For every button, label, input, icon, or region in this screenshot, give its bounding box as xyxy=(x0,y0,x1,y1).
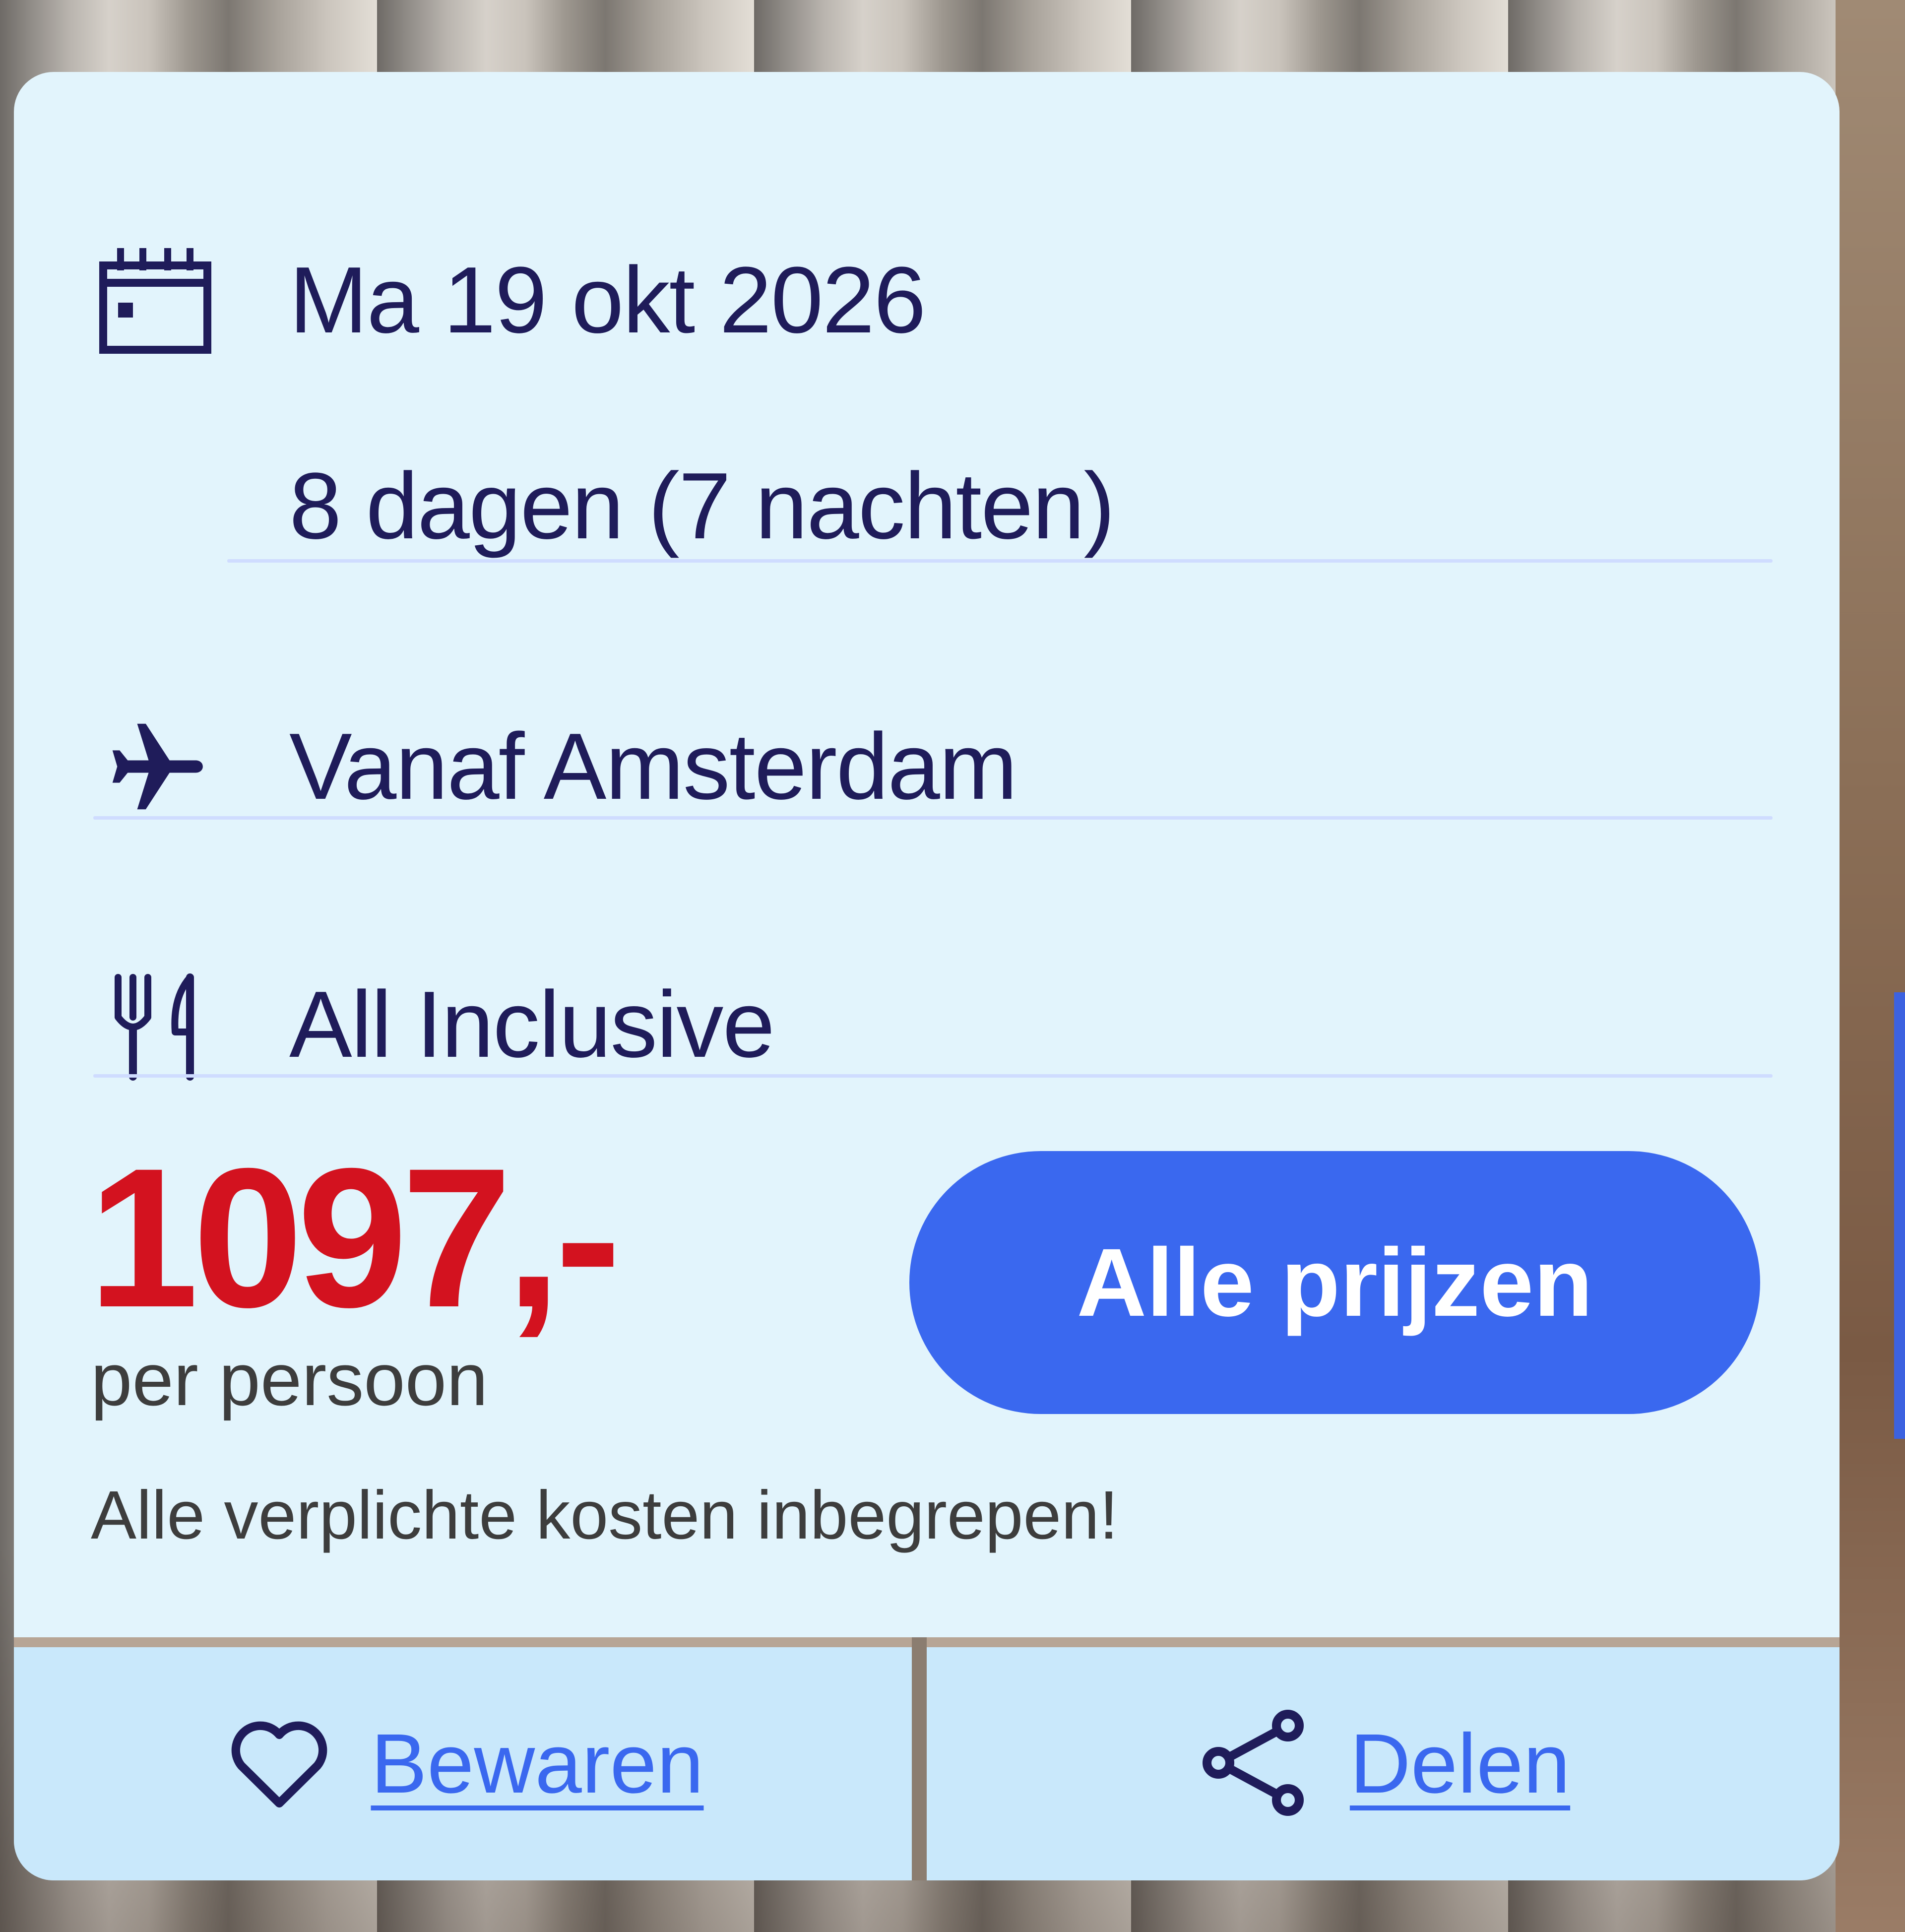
calendar-icon xyxy=(98,236,227,365)
board-row: All Inclusive xyxy=(14,960,1840,1089)
share-button[interactable]: Delen xyxy=(927,1647,1840,1880)
save-label: Bewaren xyxy=(371,1717,704,1811)
divider xyxy=(227,559,1773,563)
share-label: Delen xyxy=(1349,1717,1571,1811)
divider xyxy=(93,816,1773,820)
departure-row: Vanaf Amsterdam xyxy=(14,702,1840,831)
duration-row: 8 dagen (7 nachten) xyxy=(14,442,1840,571)
price-note: Alle verplichte kosten inbegrepen! xyxy=(91,1477,1119,1553)
heart-icon xyxy=(222,1706,336,1822)
divider xyxy=(93,1074,1773,1078)
save-button[interactable]: Bewaren xyxy=(14,1647,912,1880)
footer-divider xyxy=(912,1637,927,1880)
trip-duration: 8 dagen (7 nachten) xyxy=(289,453,1115,559)
all-prices-button[interactable]: Alle prijzen xyxy=(909,1151,1760,1414)
background-photo-edge xyxy=(1836,0,1905,1932)
departure-airport: Vanaf Amsterdam xyxy=(289,714,1017,819)
board-type: All Inclusive xyxy=(289,972,775,1077)
share-icon xyxy=(1196,1703,1315,1825)
airplane-icon xyxy=(98,702,227,831)
departure-date: Ma 19 okt 2026 xyxy=(289,248,926,353)
trip-card: Ma 19 okt 2026 8 dagen (7 nachten) Vanaf… xyxy=(14,72,1840,1880)
date-row: Ma 19 okt 2026 xyxy=(14,236,1840,365)
price-unit: per persoon xyxy=(91,1338,488,1421)
background-accent xyxy=(1894,992,1905,1439)
cutlery-icon xyxy=(98,960,227,1089)
price-amount: 1097,- xyxy=(88,1127,621,1349)
